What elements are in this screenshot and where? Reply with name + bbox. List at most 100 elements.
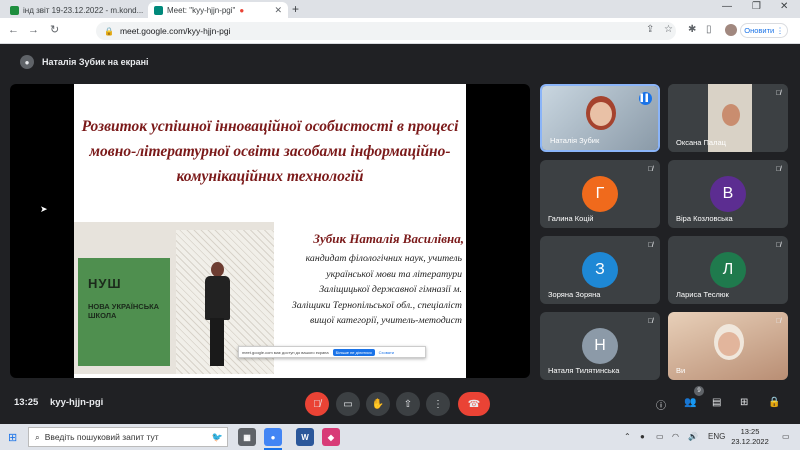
banner-word: НУШ [88, 276, 122, 291]
notification-text: meet.google.com має доступ до вашого екр… [242, 349, 329, 355]
author-description: кандидат філологічних наук, учитель укра… [291, 253, 462, 326]
word-icon[interactable]: W [296, 428, 314, 446]
close-window-icon[interactable]: ✕ [780, 1, 788, 12]
volume-icon[interactable]: 🔊 [688, 432, 698, 441]
clock-date: 23.12.2022 [731, 437, 769, 446]
screen-share-notification: meet.google.com має доступ до вашого екр… [238, 346, 426, 358]
person-figure [202, 262, 232, 372]
hide-link[interactable]: Сховати [379, 350, 394, 355]
avatar: Л [710, 252, 746, 288]
back-icon[interactable]: ← [8, 23, 19, 37]
new-tab-button[interactable]: + [292, 2, 299, 16]
participant-name: Оксана Палац [676, 138, 726, 147]
mic-toggle-button[interactable]: 🎙̸ [305, 392, 329, 416]
raise-hand-button[interactable]: ✋ [366, 392, 390, 416]
leave-call-button[interactable]: ☎ [458, 392, 490, 416]
update-label: Оновити [744, 26, 775, 35]
profile-avatar[interactable] [725, 24, 737, 36]
search-icon: ⌕ [35, 431, 40, 442]
address-bar-row: ← → ↻ 🔒 meet.google.com/kyy-hjjn-pgi ⇪ ☆… [0, 18, 800, 44]
taskbar-search-input[interactable]: ⌕ Введіть пошуковий запит тут 🐦 [28, 427, 228, 447]
participant-tile[interactable]: ▌▌ Наталія Зубик [540, 84, 660, 152]
host-controls-icon[interactable]: 🔒 [768, 397, 780, 408]
more-options-button[interactable]: ⋮ [426, 392, 450, 416]
participant-tile[interactable]: 🎙̸ В Віра Козловська [668, 160, 788, 228]
avatar: В [710, 176, 746, 212]
meeting-code: kyy-hjjn-pgi [50, 397, 104, 408]
recording-dot-icon: ● [239, 5, 245, 15]
task-view-icon[interactable]: ▦ [238, 428, 256, 446]
speaking-indicator-icon: ▌▌ [639, 92, 652, 105]
participant-tile[interactable]: 🎙̸ З Зоряна Зоряна [540, 236, 660, 304]
mic-off-icon: 🎙̸ [775, 242, 781, 249]
tab-meet[interactable]: Meet: "kyy-hjjn-pgi" ● ✕ [148, 2, 288, 18]
participant-name: Ви [676, 366, 686, 375]
avatar: Г [582, 176, 618, 212]
meet-favicon-icon [154, 5, 163, 15]
activities-icon[interactable]: ⊞ [740, 397, 748, 408]
meet-controls-bar: 13:25 kyy-hjjn-pgi 🎙̸ ▭ ✋ ⇧ ⋮ ☎ ⓘ 👥 9 ▤ … [0, 384, 800, 422]
face-shape [722, 104, 740, 126]
presentation-stage: ➤ Розвиток успішної інноваційної особист… [10, 84, 530, 378]
meeting-time: 13:25 [14, 397, 39, 408]
tray-chevron-icon[interactable]: ⌃ [624, 432, 631, 441]
app-icon[interactable]: ◆ [322, 428, 340, 446]
tab-report[interactable]: інд звіт 19-23.12.2022 - m.kond... ✕ [4, 2, 144, 18]
face-shape [718, 332, 740, 356]
participant-name: Зоряна Зоряна [548, 290, 601, 299]
mouse-cursor-icon: ➤ [40, 204, 48, 214]
notifications-icon[interactable]: ▭ [782, 432, 790, 441]
tab-title: Meet: "kyy-hjjn-pgi" [167, 5, 236, 15]
avatar: З [582, 252, 618, 288]
camera-toggle-button[interactable]: ▭ [336, 392, 360, 416]
url-field[interactable]: 🔒 meet.google.com/kyy-hjjn-pgi [96, 22, 676, 40]
extensions-icon[interactable]: ✱ [688, 23, 696, 37]
participant-name: Наталя Тилятинська [548, 366, 620, 375]
close-icon[interactable]: ✕ [274, 5, 282, 16]
presenter-avatar: ● [20, 55, 34, 69]
taskbar-clock[interactable]: 13:25 23.12.2022 [728, 427, 772, 447]
mic-off-icon: 🎙̸ [647, 166, 653, 173]
mic-off-icon: 🎙̸ [647, 318, 653, 325]
participant-tile[interactable]: 🎙̸ Г Галина Коцій [540, 160, 660, 228]
author-name: Зубик Наталія Василівна, [313, 231, 464, 246]
lock-icon: 🔒 [104, 26, 114, 36]
windows-start-icon[interactable]: ⊞ [8, 431, 17, 444]
present-screen-button[interactable]: ⇧ [396, 392, 420, 416]
self-tile[interactable]: 🎙̸ Ви [668, 312, 788, 380]
update-button[interactable]: Оновити ⋮ [740, 23, 788, 38]
share-icon[interactable]: ⇪ [646, 23, 654, 37]
chrome-icon[interactable]: ● [264, 428, 282, 446]
mic-off-icon: 🎙̸ [647, 242, 653, 249]
maximize-icon[interactable]: ❐ [752, 1, 761, 12]
language-indicator[interactable]: ENG [708, 432, 725, 441]
wifi-icon[interactable]: ◠ [672, 432, 679, 441]
nush-banner: НУШ НОВА УКРАЇНСЬКА ШКОЛА [78, 258, 170, 366]
mic-off-icon: 🎙̸ [775, 90, 781, 97]
tray-app-icon[interactable]: ● [640, 432, 645, 441]
people-icon[interactable]: 👥 [684, 397, 696, 408]
slide: Розвиток успішної інноваційної особистос… [74, 84, 466, 378]
chat-icon[interactable]: ▤ [712, 397, 721, 408]
participant-tile[interactable]: 🎙̸ Н Наталя Тилятинська [540, 312, 660, 380]
tab-title: інд звіт 19-23.12.2022 - m.kond... [23, 5, 144, 15]
presenter-bar: ● Наталія Зубик на екрані [0, 44, 800, 80]
mic-off-icon: 🎙̸ [775, 318, 781, 325]
participant-name: Віра Козловська [676, 214, 733, 223]
bookmark-star-icon[interactable]: ☆ [664, 23, 673, 37]
stop-sharing-button[interactable]: Більше не ділитися [332, 348, 375, 356]
slide-title: Розвиток успішної інноваційної особистос… [81, 118, 459, 185]
side-panel-icon[interactable]: ▯ [706, 23, 712, 37]
participant-name: Галина Коцій [548, 214, 594, 223]
minimize-icon[interactable]: — [722, 1, 732, 12]
banner-subtitle: НОВА УКРАЇНСЬКА ШКОЛА [88, 302, 160, 320]
participant-tile[interactable]: 🎙̸ Л Лариса Теслюк [668, 236, 788, 304]
reload-icon[interactable]: ↻ [50, 23, 59, 37]
meeting-details-icon[interactable]: ⓘ [656, 397, 666, 412]
participant-tile[interactable]: 🎙̸ Оксана Палац [668, 84, 788, 152]
participant-name: Лариса Теслюк [676, 290, 729, 299]
search-highlight-icon: 🐦 [211, 431, 223, 442]
forward-icon[interactable]: → [28, 23, 39, 37]
face-shape [590, 102, 612, 126]
network-icon[interactable]: ▭ [656, 432, 664, 441]
